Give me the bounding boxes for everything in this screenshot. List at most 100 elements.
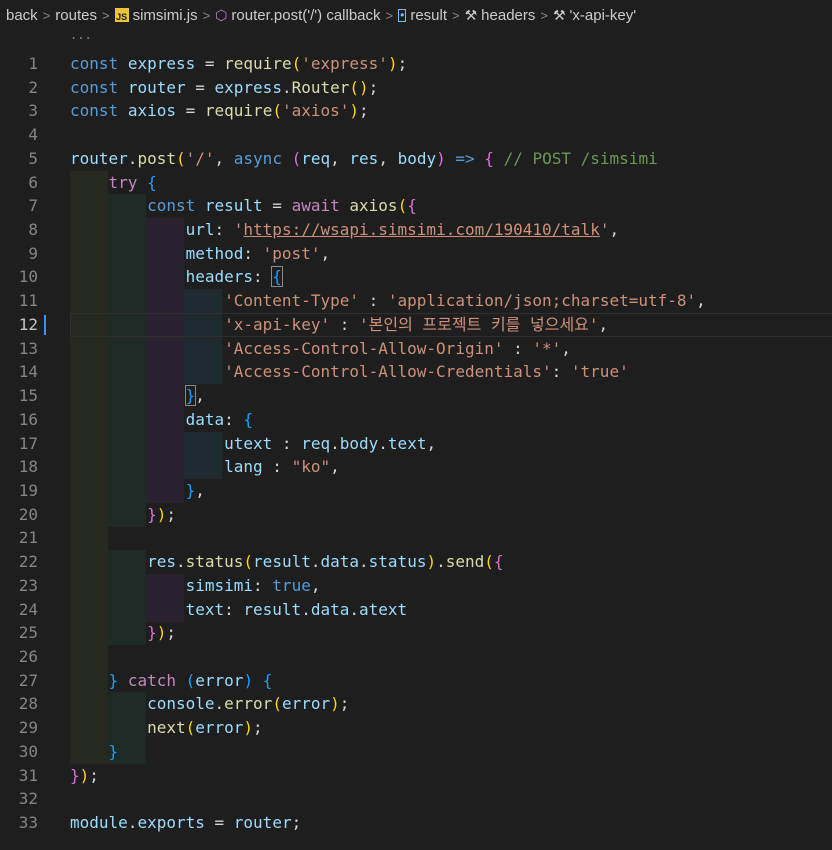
code-editor[interactable]: ... 1 const express = require('express');… xyxy=(0,28,832,850)
code-line[interactable]: 1 const express = require('express'); xyxy=(0,52,832,76)
code-line[interactable]: 9 method: 'post', xyxy=(0,241,832,266)
code-text[interactable]: 'Access-Control-Allow-Origin' : '*', xyxy=(70,337,571,361)
code-text[interactable]: 'x-api-key' : '본인의 프로젝트 키를 넣으세요', xyxy=(70,313,608,337)
code-line[interactable]: 18 lang : "ko", xyxy=(0,455,832,480)
code-text[interactable]: 'Content-Type' : 'application/json;chars… xyxy=(70,289,706,313)
code-text[interactable]: url: 'https://wsapi.simsimi.com/190410/t… xyxy=(70,218,620,242)
code-text[interactable]: text: result.data.atext xyxy=(70,598,408,622)
code-line[interactable]: 11 'Content-Type' : 'application/json;ch… xyxy=(0,289,832,314)
code-text[interactable]: next(error); xyxy=(70,716,263,740)
code-line[interactable]: 26 xyxy=(0,645,832,669)
code-text[interactable]: const express = require('express'); xyxy=(70,52,407,76)
line-number: 22 xyxy=(18,552,38,572)
breadcrumb-item[interactable]: JS simsimi.js xyxy=(114,6,198,24)
code-token: '*' xyxy=(532,338,562,358)
code-line[interactable]: 8 url: 'https://wsapi.simsimi.com/190410… xyxy=(0,218,832,243)
code-token: ; xyxy=(339,694,350,714)
code-line[interactable]: 27 } catch (error) { xyxy=(0,668,832,693)
code-line[interactable]: 3 const axios = require('axios'); xyxy=(0,99,832,123)
breadcrumb-item[interactable]: back xyxy=(6,7,38,24)
code-text[interactable]: lang : "ko", xyxy=(70,455,340,479)
code-token: simsimi xyxy=(185,575,254,595)
code-text[interactable]: module.exports = router; xyxy=(70,811,301,835)
code-text[interactable]: } xyxy=(70,740,119,764)
code-token: lang xyxy=(224,457,263,477)
breadcrumb-item[interactable]: routes xyxy=(55,7,97,24)
code-token: { xyxy=(484,148,494,168)
code-token: ) xyxy=(436,148,446,168)
code-text[interactable]: }, xyxy=(70,479,205,503)
breadcrumb-item[interactable]: ⚒'x-api-key' xyxy=(553,7,636,24)
code-line[interactable]: 4 xyxy=(0,123,832,147)
code-text[interactable]: const result = await axios({ xyxy=(70,194,417,218)
code-line[interactable]: 24 text: result.data.atext xyxy=(0,597,832,622)
code-token: . xyxy=(127,148,138,168)
code-token: ( xyxy=(185,670,196,690)
code-text[interactable]: simsimi: true, xyxy=(70,574,321,598)
code-text[interactable]: data: { xyxy=(70,408,253,432)
line-number: 29 xyxy=(18,718,38,738)
code-token: ( xyxy=(243,552,254,572)
code-line[interactable]: 13 'Access-Control-Allow-Origin' : '*', xyxy=(0,336,832,361)
code-line[interactable]: 23 simsimi: true, xyxy=(0,573,832,598)
code-text[interactable]: headers: { xyxy=(70,265,283,289)
code-line[interactable]: 32 xyxy=(0,787,832,811)
code-text[interactable]: router.post('/', async (req, res, body) … xyxy=(70,147,658,171)
code-line[interactable]: 15 }, xyxy=(0,384,832,409)
code-line[interactable]: 17 utext : req.body.text, xyxy=(0,431,832,456)
code-text[interactable]: const router = express.Router(); xyxy=(70,76,378,100)
code-line[interactable]: 10 headers: { xyxy=(0,265,832,290)
code-token: res xyxy=(349,148,379,168)
code-text[interactable]: }, xyxy=(70,384,205,408)
code-text[interactable]: }); xyxy=(70,503,176,527)
code-token: ) xyxy=(243,718,254,738)
code-text[interactable]: }); xyxy=(70,621,176,645)
code-line[interactable]: 2 const router = express.Router(); xyxy=(0,76,832,100)
code-line[interactable]: 21 xyxy=(0,526,832,551)
line-number: 16 xyxy=(18,409,38,429)
code-line[interactable]: 25 }); xyxy=(0,621,832,646)
code-line[interactable]: 19 }, xyxy=(0,478,832,503)
code-text[interactable]: }); xyxy=(70,764,99,788)
code-token: , xyxy=(598,314,609,334)
code-text[interactable]: utext : req.body.text, xyxy=(70,432,436,456)
code-text[interactable]: console.error(error); xyxy=(70,692,349,716)
code-line[interactable]: 20 }); xyxy=(0,502,832,527)
breadcrumb-label: simsimi.js xyxy=(132,6,198,24)
code-line[interactable]: 5 router.post('/', async (req, res, body)… xyxy=(0,147,832,171)
code-line[interactable]: 31}); xyxy=(0,764,832,788)
code-token: ) xyxy=(156,504,167,524)
folded-region-ellipsis[interactable]: ... xyxy=(70,28,92,42)
code-token: post xyxy=(137,148,176,168)
code-line[interactable]: 29 next(error); xyxy=(0,716,832,741)
breadcrumb-separator: > xyxy=(101,7,110,23)
code-token: try xyxy=(108,172,138,192)
code-line[interactable]: 16 data: { xyxy=(0,407,832,432)
code-text[interactable]: method: 'post', xyxy=(70,242,331,266)
breadcrumb-item[interactable]: ⬡ router.post('/') callback xyxy=(215,7,380,24)
code-token: , xyxy=(310,575,321,595)
code-text[interactable]: try { xyxy=(70,171,157,195)
code-text[interactable]: const axios = require('axios'); xyxy=(70,99,369,123)
code-text[interactable]: } catch (error) { xyxy=(70,669,273,693)
code-line[interactable]: 12 'x-api-key' : '본인의 프로젝트 키를 넣으세요', xyxy=(0,312,832,337)
code-line[interactable]: 28 console.error(error); xyxy=(0,692,832,717)
code-line[interactable]: 30 } xyxy=(0,739,832,764)
variable-icon: • xyxy=(398,7,407,22)
code-token: , xyxy=(378,148,398,168)
breadcrumb-separator: > xyxy=(452,7,460,23)
code-line[interactable]: 33 module.exports = router; xyxy=(0,811,832,835)
code-line[interactable]: 14 'Access-Control-Allow-Credentials': '… xyxy=(0,360,832,385)
breadcrumb-item[interactable]: ⚒ headers xyxy=(465,7,536,24)
code-line[interactable]: 7 const result = await axios({ xyxy=(0,194,832,219)
breadcrumb-item[interactable]: • result xyxy=(398,7,447,24)
code-text[interactable]: res.status(result.data.status).send({ xyxy=(70,550,503,574)
code-line[interactable]: 6 try { xyxy=(0,170,832,195)
code-line[interactable]: 22 res.status(result.data.status).send({ xyxy=(0,550,832,575)
breadcrumb: back > routes > JS simsimi.js > ⬡ router.post('/… xyxy=(0,0,832,30)
code-text[interactable]: 'Access-Control-Allow-Credentials': 'tru… xyxy=(70,360,629,384)
code-token: utext xyxy=(224,433,273,453)
code-token: ( xyxy=(291,54,302,73)
